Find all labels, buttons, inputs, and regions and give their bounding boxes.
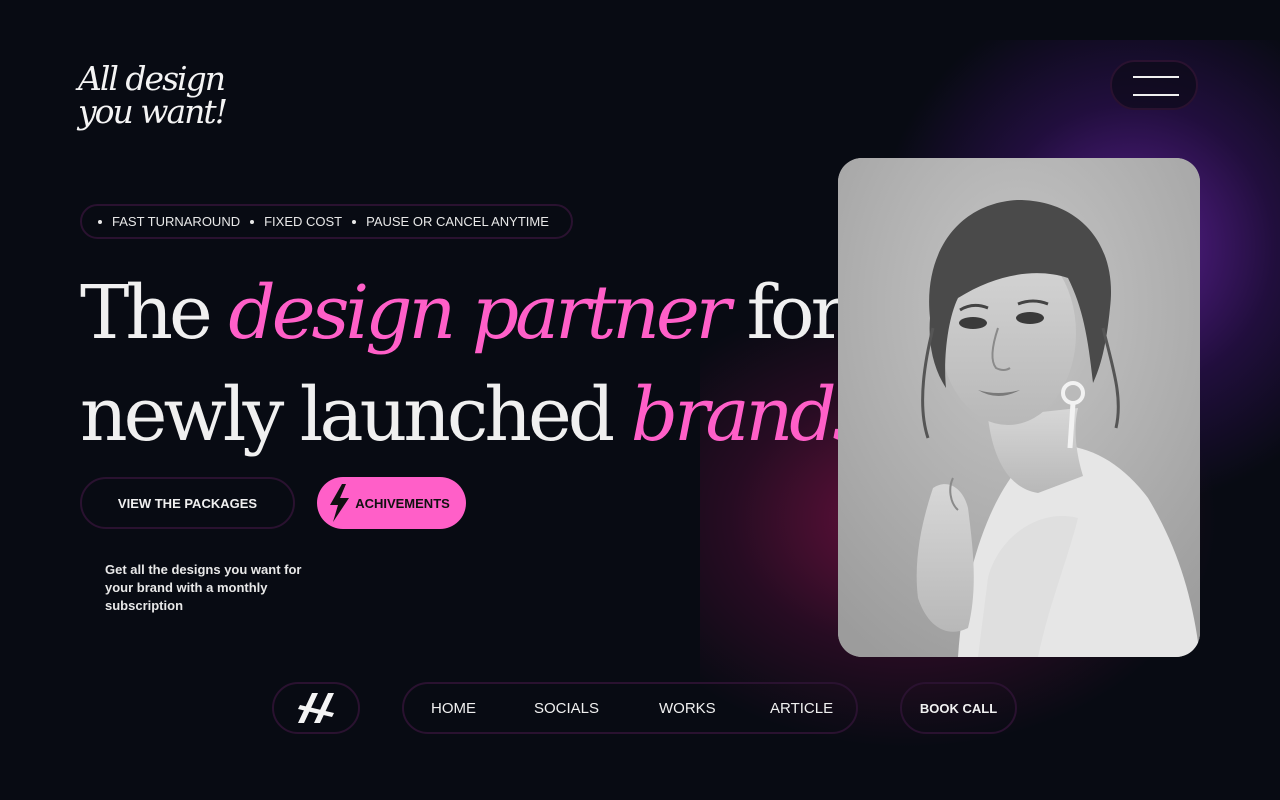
achievements-label: ACHIVEMENTS <box>355 495 450 511</box>
portrait-image <box>838 158 1200 657</box>
brand-logo[interactable]: All design you want! <box>78 62 248 128</box>
logo-line-1: All design <box>78 59 226 98</box>
headline-word: for <box>746 270 846 356</box>
nav-item-home[interactable]: HOME <box>431 700 476 717</box>
achievements-button[interactable]: ACHIVEMENTS <box>317 477 466 529</box>
hero-description: Get all the designs you want for your br… <box>105 562 302 613</box>
brand-mark-button[interactable] <box>272 682 360 734</box>
headline-word: newly launched <box>80 372 615 458</box>
nav-item-works[interactable]: WORKS <box>659 700 716 717</box>
feature-tagline: FAST TURNAROUND FIXED COST PAUSE OR CANC… <box>80 204 573 239</box>
nav-item-socials[interactable]: SOCIALS <box>534 700 599 717</box>
logo-line-2: you want! <box>78 92 228 131</box>
nav-item-article[interactable]: ARTICLE <box>770 700 833 717</box>
hamburger-icon <box>1133 76 1179 78</box>
hamburger-icon <box>1133 94 1179 96</box>
tagline-item: PAUSE OR CANCEL ANYTIME <box>352 214 549 229</box>
tagline-item: FIXED COST <box>250 214 343 229</box>
tagline-item: FAST TURNAROUND <box>97 214 241 229</box>
headline-accent: design partner <box>228 270 731 356</box>
brand-mark-icon <box>298 693 334 723</box>
book-call-button[interactable]: BOOK CALL <box>900 682 1017 734</box>
headline-line-1: The design partner for <box>80 262 846 364</box>
view-packages-button[interactable]: VIEW THE PACKAGES <box>80 477 295 529</box>
headline-word: The <box>80 270 213 356</box>
menu-button[interactable] <box>1110 60 1198 110</box>
portrait-photo <box>838 158 1200 657</box>
main-navigation: HOME SOCIALS WORKS ARTICLE <box>402 682 858 734</box>
lightning-bolt-icon <box>330 484 350 522</box>
headline-line-2: newly launched brands. <box>80 364 890 466</box>
hero-headline: The design partner for newly launched br… <box>80 262 890 466</box>
